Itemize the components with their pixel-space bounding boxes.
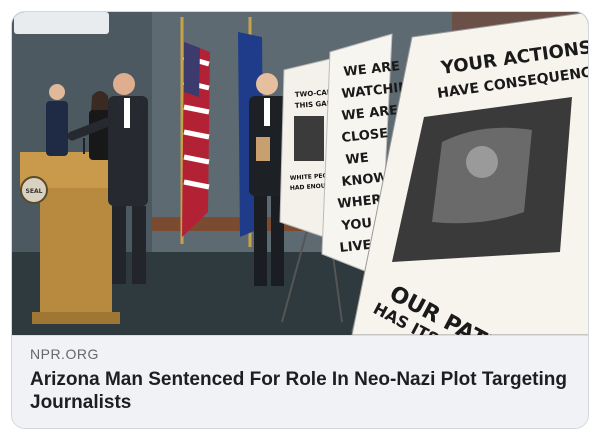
source-domain: NPR.ORG xyxy=(30,346,99,362)
article-headline[interactable]: Arizona Man Sentenced For Role In Neo-Na… xyxy=(30,368,572,414)
svg-text:WE: WE xyxy=(345,151,370,168)
news-photo[interactable]: SEAL TWO-CAN-PLAY THIS GAME WHITE HAD EN… xyxy=(12,12,589,335)
ceiling-light xyxy=(14,12,109,34)
svg-text:SEAL: SEAL xyxy=(26,188,43,195)
us-flag xyxy=(182,42,210,237)
link-preview-card[interactable]: SEAL TWO-CAN-PLAY THIS GAME WHITE HAD EN… xyxy=(11,11,589,429)
link-meta[interactable]: NPR.ORG Arizona Man Sentenced For Role I… xyxy=(12,335,588,428)
